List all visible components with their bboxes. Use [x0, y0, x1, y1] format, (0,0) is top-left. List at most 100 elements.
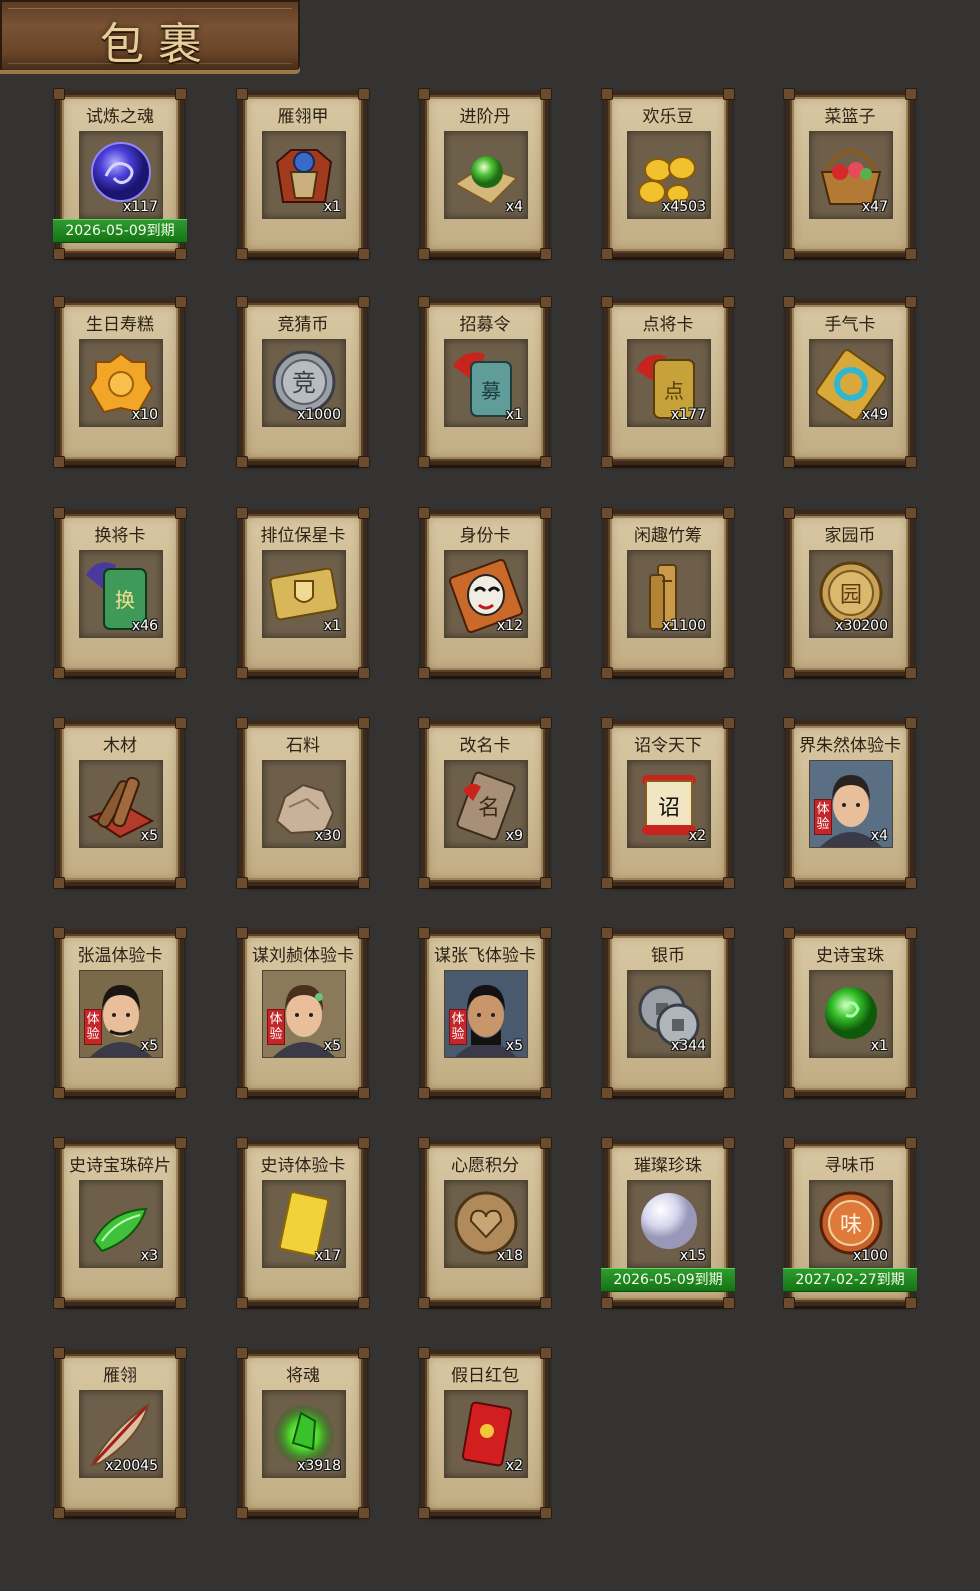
inventory-item-card[interactable]: 石料 x30 [236, 717, 370, 889]
item-name: 雁翎 [103, 1366, 137, 1386]
inventory-item-card[interactable]: 诏令天下 诏 x2 [601, 717, 735, 889]
inventory-item-card[interactable]: 璀璨珍珠 x15 2026-05-09到期 [601, 1137, 735, 1309]
basket-icon: x47 [809, 131, 893, 219]
card-corner-ornament [236, 296, 248, 308]
item-name: 张温体验卡 [77, 946, 163, 966]
inventory-item-card[interactable]: 史诗体验卡 x17 [236, 1137, 370, 1309]
card-corner-ornament [418, 507, 430, 519]
card-corner-ornament [905, 927, 917, 939]
inventory-item-card[interactable]: 试炼之魂 x117 2026-05-09到期 [53, 88, 187, 260]
card-corner-ornament [601, 717, 613, 729]
item-quantity: x30200 [835, 618, 888, 634]
card-corner-ornament [236, 1347, 248, 1359]
inventory-item-card[interactable]: 换将卡 换 x46 [53, 507, 187, 679]
item-name: 改名卡 [459, 736, 511, 756]
card-corner-ornament [53, 1137, 65, 1149]
inventory-item-card[interactable]: 身份卡 x12 [418, 507, 552, 679]
item-name: 史诗宝珠 [816, 946, 884, 966]
inventory-item-card[interactable]: 界朱然体验卡 体验 x4 [783, 717, 917, 889]
inventory-item-card[interactable]: 排位保星卡 x1 [236, 507, 370, 679]
inventory-item-card[interactable]: 手气卡 x49 [783, 296, 917, 468]
inventory-item-card[interactable]: 假日红包 x2 [418, 1347, 552, 1519]
card-corner-ornament [358, 456, 370, 468]
portrait-icon: 体验 x5 [262, 970, 346, 1058]
card-corner-ornament [723, 927, 735, 939]
inventory-item-card[interactable]: 进阶丹 x4 [418, 88, 552, 260]
inventory-item-card[interactable]: 家园币 园 x30200 [783, 507, 917, 679]
item-name: 排位保星卡 [260, 526, 346, 546]
item-name: 雁翎甲 [277, 107, 329, 127]
card-corner-ornament [358, 248, 370, 260]
card-corner-ornament [418, 717, 430, 729]
inventory-item-card[interactable]: 闲趣竹筹 x1100 [601, 507, 735, 679]
item-name: 银币 [651, 946, 685, 966]
inventory-item-card[interactable]: 木材 x5 [53, 717, 187, 889]
card-corner-ornament [418, 927, 430, 939]
wood-icon: x5 [79, 760, 163, 848]
inventory-item-card[interactable]: 心愿积分 x18 [418, 1137, 552, 1309]
dragon-orb-icon: x117 [79, 131, 163, 219]
card-corner-ornament [723, 667, 735, 679]
card-corner-ornament [905, 717, 917, 729]
item-name: 家园币 [824, 526, 876, 546]
card-corner-ornament [905, 88, 917, 100]
inventory-item-card[interactable]: 点将卡 点 x177 [601, 296, 735, 468]
svg-text:诏: 诏 [658, 796, 680, 821]
item-name: 点将卡 [642, 315, 694, 335]
inventory-item-card[interactable]: 史诗宝珠 x1 [783, 927, 917, 1099]
card-corner-ornament [236, 456, 248, 468]
item-quantity: x1 [323, 618, 341, 634]
inventory-item-card[interactable]: 雁翎甲 x1 [236, 88, 370, 260]
card-corner-ornament [358, 717, 370, 729]
inventory-item-card[interactable]: 谋张飞体验卡 体验 x5 [418, 927, 552, 1099]
inventory-item-card[interactable]: 招募令 募 x1 [418, 296, 552, 468]
card-corner-ornament [53, 1297, 65, 1309]
card-corner-ornament [723, 296, 735, 308]
svg-text:换: 换 [115, 588, 135, 612]
card-corner-ornament [601, 1137, 613, 1149]
inventory-item-card[interactable]: 菜篮子 x47 [783, 88, 917, 260]
inventory-item-card[interactable]: 史诗宝珠碎片 x3 [53, 1137, 187, 1309]
card-corner-ornament [783, 248, 795, 260]
trial-badge: 体验 [84, 1009, 102, 1045]
inventory-item-card[interactable]: 欢乐豆 x4503 [601, 88, 735, 260]
card-corner-ornament [175, 1297, 187, 1309]
card-corner-ornament [358, 1347, 370, 1359]
card-corner-ornament [601, 507, 613, 519]
item-name: 竞猜币 [277, 315, 329, 335]
item-quantity: x30 [314, 828, 341, 844]
item-quantity: x2 [688, 828, 706, 844]
inventory-item-card[interactable]: 改名卡 名 x9 [418, 717, 552, 889]
item-quantity: x47 [861, 199, 888, 215]
item-quantity: x46 [131, 618, 158, 634]
card-corner-ornament [905, 456, 917, 468]
card-corner-ornament [723, 456, 735, 468]
card-corner-ornament [905, 507, 917, 519]
inventory-item-card[interactable]: 谋刘赪体验卡 体验 x5 [236, 927, 370, 1099]
item-quantity: x1 [505, 407, 523, 423]
inventory-item-card[interactable]: 将魂 x3918 [236, 1347, 370, 1519]
inventory-item-card[interactable]: 银币 x344 [601, 927, 735, 1099]
inventory-item-card[interactable]: 竞猜币 竞 x1000 [236, 296, 370, 468]
card-corner-ornament [418, 1507, 430, 1519]
item-name: 寻味币 [824, 1156, 876, 1176]
item-name: 心愿积分 [451, 1156, 519, 1176]
inventory-item-card[interactable]: 寻味币 味 x100 2027-02-27到期 [783, 1137, 917, 1309]
card-corner-ornament [236, 1507, 248, 1519]
card-corner-ornament [236, 248, 248, 260]
trial-badge: 体验 [267, 1009, 285, 1045]
inventory-item-card[interactable]: 张温体验卡 体验 x5 [53, 927, 187, 1099]
inventory-item-card[interactable]: 雁翎 x20045 [53, 1347, 187, 1519]
item-name: 招募令 [459, 315, 511, 335]
mooncake-icon: x10 [79, 339, 163, 427]
flavor-coin-icon: 味 x100 [809, 1180, 893, 1268]
card-corner-ornament [540, 1137, 552, 1149]
inventory-item-card[interactable]: 生日寿糕 x10 [53, 296, 187, 468]
card-corner-ornament [236, 927, 248, 939]
card-corner-ornament [723, 248, 735, 260]
card-corner-ornament [601, 1087, 613, 1099]
card-corner-ornament [175, 88, 187, 100]
item-name: 史诗体验卡 [260, 1156, 346, 1176]
card-corner-ornament [236, 88, 248, 100]
card-corner-ornament [783, 296, 795, 308]
